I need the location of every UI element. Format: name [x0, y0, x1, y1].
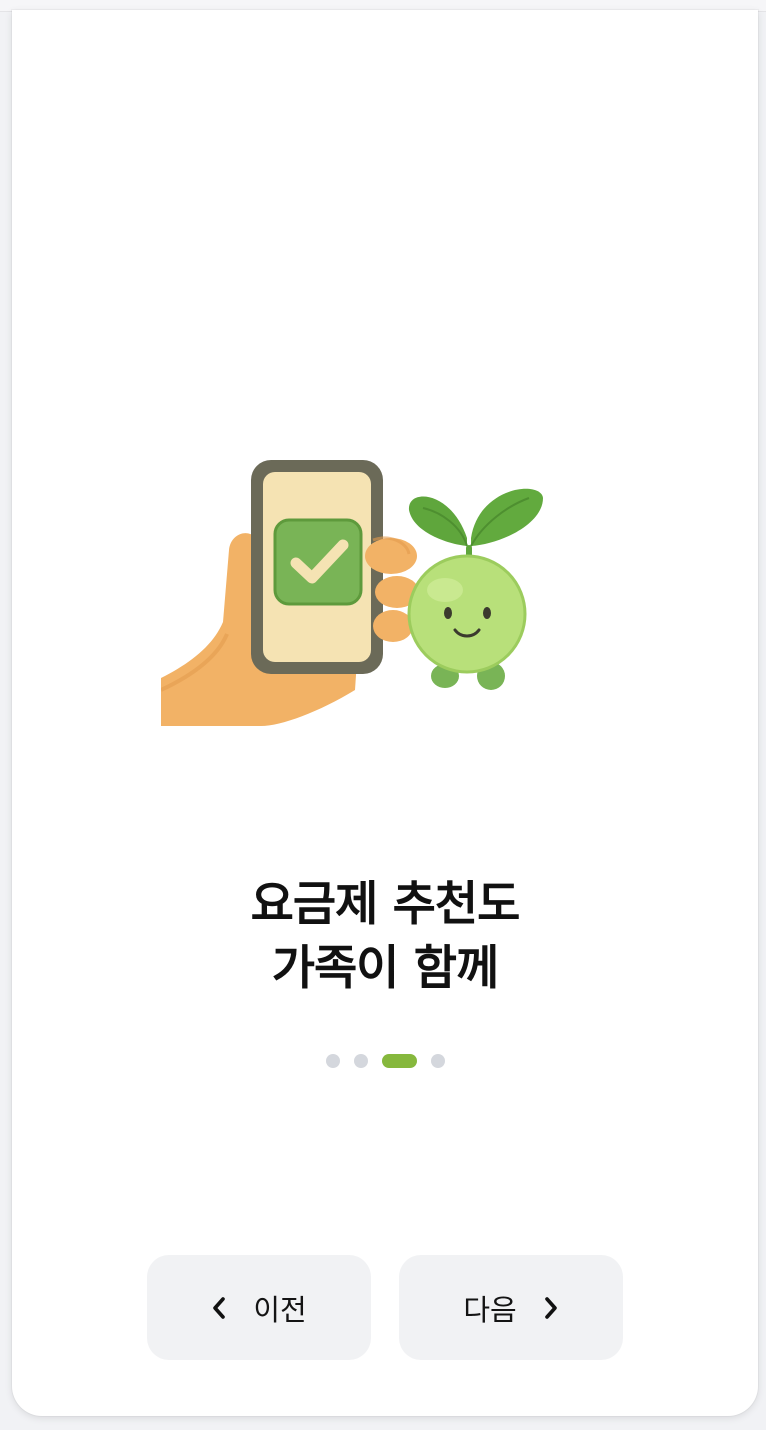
chevron-left-icon [211, 1295, 227, 1321]
previous-button[interactable]: 이전 [147, 1255, 371, 1360]
next-button-label: 다음 [463, 1294, 517, 1327]
headline-line-1: 요금제 추천도 [250, 877, 521, 933]
headline-line-2: 가족이 함께 [271, 941, 500, 997]
previous-button-label: 이전 [253, 1294, 307, 1327]
onboarding-headline: 요금제 추천도 가족이 함께 [12, 873, 758, 1001]
checkmark-icon [273, 518, 363, 606]
pagination-dot-1[interactable] [326, 1054, 340, 1068]
hand-holding-phone-icon [161, 460, 419, 726]
pagination-dot-4[interactable] [431, 1054, 445, 1068]
sprout-mascot-icon [407, 488, 543, 690]
next-button[interactable]: 다음 [399, 1255, 623, 1360]
onboarding-card: 요금제 추천도 가족이 함께 이전 다음 [12, 10, 758, 1416]
pagination-dot-2[interactable] [354, 1054, 368, 1068]
onboarding-illustration [161, 450, 551, 726]
pagination-dot-3-active[interactable] [382, 1054, 417, 1068]
chevron-right-icon [543, 1295, 559, 1321]
pagination-dots [12, 1054, 758, 1068]
